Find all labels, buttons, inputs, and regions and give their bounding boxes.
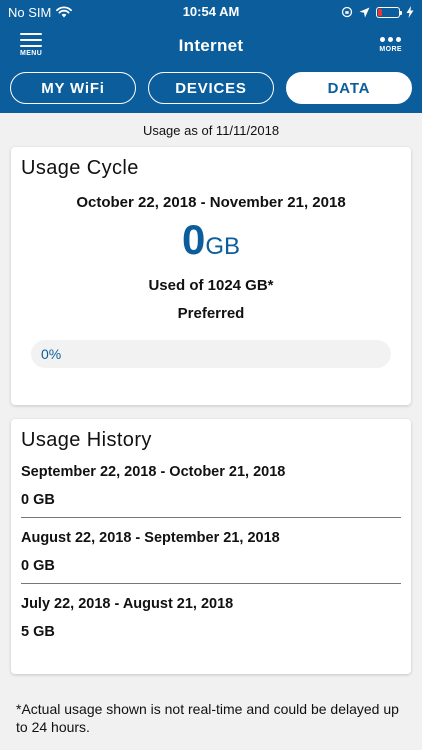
tab-bar: MY WiFi DEVICES DATA — [10, 72, 412, 104]
menu-label: MENU — [20, 50, 43, 57]
footnote: *Actual usage shown is not real-time and… — [16, 701, 399, 735]
more-label: MORE — [379, 46, 402, 53]
cycle-range: October 22, 2018 - November 21, 2018 — [76, 194, 346, 211]
history-range: July 22, 2018 - August 21, 2018 — [21, 596, 234, 612]
history-row: September 22, 2018 - October 21, 2018 0 … — [21, 452, 401, 518]
history-range: August 22, 2018 - September 21, 2018 — [21, 530, 280, 546]
header: No SIM 10:54 AM MENU Internet MORE MY Wi… — [0, 0, 422, 113]
status-time: 10:54 AM — [182, 4, 240, 19]
page-title: Internet — [178, 36, 244, 55]
history-value: 5 GB — [21, 624, 55, 640]
plan-name: Preferred — [177, 305, 245, 322]
hamburger-icon — [20, 33, 43, 51]
more-dots-icon — [380, 37, 402, 42]
tab-my-wifi[interactable]: MY WiFi — [10, 72, 136, 104]
usage-amount: 0GB — [11, 217, 411, 273]
status-bar: No SIM 10:54 AM — [0, 0, 422, 24]
usage-amount-value: 0 — [181, 216, 206, 263]
used-of-label: Used of 1024 GB* — [148, 277, 274, 294]
history-value: 0 GB — [21, 558, 55, 574]
usage-history-card: Usage History September 22, 2018 - Octob… — [11, 419, 411, 674]
usage-amount-unit: GB — [205, 233, 241, 260]
history-row: July 22, 2018 - August 21, 2018 5 GB — [21, 584, 401, 649]
nav-bar: MENU Internet MORE — [0, 24, 422, 68]
history-row: August 22, 2018 - September 21, 2018 0 G… — [21, 518, 401, 584]
usage-progress-label: 0% — [41, 346, 62, 362]
history-value: 0 GB — [21, 492, 55, 508]
battery-icon — [376, 6, 402, 18]
usage-progress-bar: 0% — [31, 340, 391, 368]
usage-history-title: Usage History — [21, 429, 152, 451]
more-button[interactable]: MORE — [379, 33, 402, 53]
tab-data[interactable]: DATA — [286, 72, 412, 104]
usage-cycle-card: Usage Cycle October 22, 2018 - November … — [11, 147, 411, 405]
tab-devices[interactable]: DEVICES — [148, 72, 274, 104]
usage-cycle-title: Usage Cycle — [21, 157, 139, 179]
menu-button[interactable]: MENU — [20, 33, 43, 57]
usage-as-of: Usage as of 11/11/2018 — [142, 123, 280, 138]
history-range: September 22, 2018 - October 21, 2018 — [21, 464, 286, 480]
